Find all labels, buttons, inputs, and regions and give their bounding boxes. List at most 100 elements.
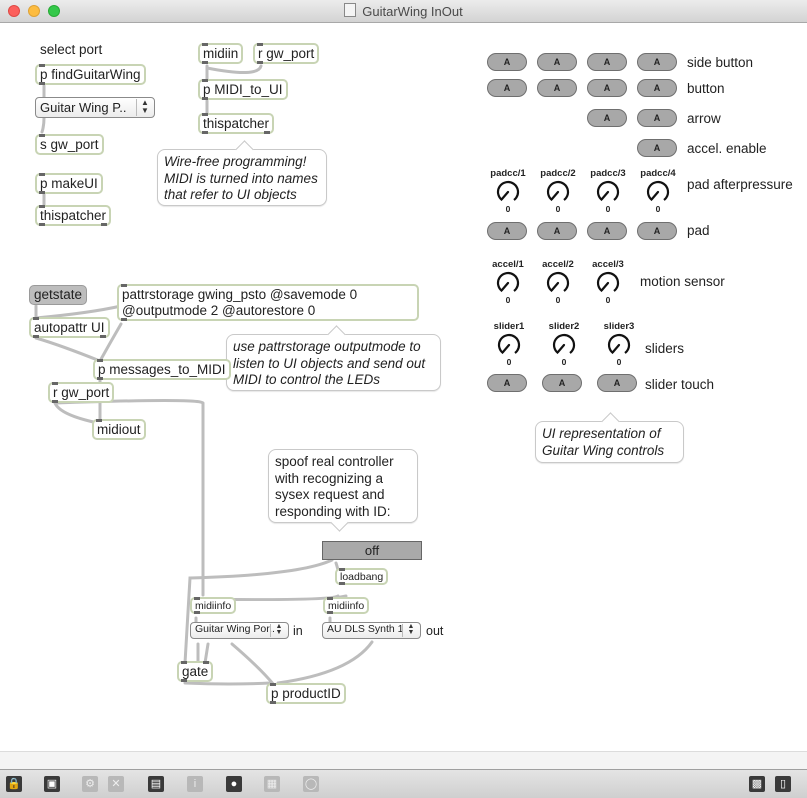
outlet[interactable] — [52, 400, 58, 403]
outlet[interactable] — [194, 611, 200, 614]
midiin-object[interactable]: midiin — [198, 43, 244, 64]
port-menu[interactable]: Guitar Wing P.. ▲ ▼ — [35, 97, 155, 118]
dial-knob[interactable] — [545, 270, 571, 296]
messages-to-midi-object[interactable]: p messages_to_MIDI — [93, 359, 231, 380]
outlet[interactable] — [121, 318, 127, 321]
inlet[interactable] — [181, 661, 187, 664]
dial-knob[interactable] — [495, 179, 521, 205]
inlet[interactable] — [33, 317, 39, 320]
find-guitarwing-object[interactable]: p findGuitarWing — [35, 64, 146, 85]
inlet[interactable] — [257, 43, 263, 46]
inlet[interactable] — [327, 597, 333, 600]
pad-button-3[interactable]: A — [587, 222, 627, 240]
outlet[interactable] — [264, 131, 271, 134]
dial-knob[interactable] — [496, 332, 522, 358]
arrow-button-1[interactable]: A — [587, 109, 627, 127]
inlet[interactable] — [202, 79, 208, 82]
outlet[interactable] — [327, 611, 333, 614]
getstate-message[interactable]: getstate — [29, 285, 88, 305]
dial-knob[interactable] — [606, 332, 632, 358]
inlet[interactable] — [39, 173, 45, 176]
inlet[interactable] — [52, 382, 58, 385]
pad-button-4[interactable]: A — [637, 222, 677, 240]
side-button-1[interactable]: A — [487, 53, 527, 71]
outlet[interactable] — [39, 223, 45, 226]
inspector-icon[interactable]: ▤ — [148, 776, 164, 792]
dial-knob[interactable] — [645, 179, 671, 205]
outlet[interactable] — [39, 82, 45, 85]
outlet[interactable] — [181, 679, 187, 682]
inlet[interactable] — [194, 597, 200, 600]
dial-knob[interactable] — [545, 179, 571, 205]
pad-button-1[interactable]: A — [487, 222, 527, 240]
slider-touch-button-1[interactable]: A — [487, 374, 527, 392]
patchcord-icon[interactable]: ● — [226, 776, 242, 792]
patcher-canvas[interactable]: select port p findGuitarWing Guitar Wing… — [0, 23, 807, 751]
info-icon[interactable]: i — [187, 776, 203, 792]
inlet[interactable] — [270, 683, 276, 686]
dial-knob[interactable] — [495, 270, 521, 296]
side-button-3[interactable]: A — [587, 53, 627, 71]
autopattr-ui-object[interactable]: autopattr UI — [29, 317, 110, 338]
inlet[interactable] — [39, 134, 45, 137]
midi-in-menu[interactable]: Guitar Wing Por.. ▲ ▼ — [190, 622, 289, 639]
thispatcher-object-1[interactable]: thispatcher — [35, 205, 112, 226]
outlet[interactable] — [99, 335, 106, 338]
r-gw-port-object-1[interactable]: r gw_port — [253, 43, 320, 64]
button-3[interactable]: A — [587, 79, 627, 97]
pad-button-2[interactable]: A — [537, 222, 577, 240]
outlet[interactable] — [202, 131, 208, 134]
make-ui-object[interactable]: p makeUI — [35, 173, 103, 194]
outlet[interactable] — [202, 97, 208, 100]
side-button-2[interactable]: A — [537, 53, 577, 71]
outlet[interactable] — [270, 701, 276, 704]
split-left-icon[interactable]: ▩ — [749, 776, 765, 792]
inlet[interactable] — [39, 205, 45, 208]
outlet[interactable] — [101, 223, 108, 226]
midiinfo-object-2[interactable]: midiinfo — [323, 597, 370, 614]
inlet[interactable] — [96, 419, 102, 422]
grid-icon[interactable]: ▦ — [264, 776, 280, 792]
inlet[interactable] — [202, 113, 208, 116]
clear-icon[interactable]: ✕ — [108, 776, 124, 792]
r-gw-port-object-2[interactable]: r gw_port — [48, 382, 115, 403]
slider-touch-button-3[interactable]: A — [597, 374, 637, 392]
presentation-icon[interactable]: ▣ — [44, 776, 60, 792]
thispatcher-object-2[interactable]: thispatcher — [198, 113, 275, 134]
inlet[interactable] — [203, 661, 210, 664]
slider-touch-button-2[interactable]: A — [542, 374, 582, 392]
split-right-icon[interactable]: ▯ — [775, 776, 791, 792]
gate-object[interactable]: gate — [177, 661, 214, 682]
outlet[interactable] — [97, 377, 103, 380]
outlet[interactable] — [257, 61, 263, 64]
side-button-4[interactable]: A — [637, 53, 677, 71]
accel-enable-button[interactable]: A — [637, 139, 677, 157]
horizontal-scrollbar[interactable] — [0, 751, 807, 769]
product-id-object[interactable]: p productID — [266, 683, 346, 704]
inlet[interactable] — [97, 359, 103, 362]
outlet[interactable] — [33, 335, 39, 338]
inlet[interactable] — [339, 568, 345, 571]
dial-knob[interactable] — [595, 179, 621, 205]
outlet[interactable] — [202, 61, 208, 64]
pattrstorage-object[interactable]: pattrstorage gwing_psto @savemode 0 @out… — [117, 284, 419, 321]
inlet[interactable] — [39, 64, 45, 67]
outlet[interactable] — [39, 191, 45, 194]
button-4[interactable]: A — [637, 79, 677, 97]
midiinfo-object-1[interactable]: midiinfo — [190, 597, 237, 614]
lock-icon[interactable]: 🔒 — [6, 776, 22, 792]
midi-out-menu[interactable]: AU DLS Synth 1 ▲ ▼ — [322, 622, 421, 639]
arrow-button-2[interactable]: A — [637, 109, 677, 127]
inlet[interactable] — [121, 284, 127, 287]
outlet[interactable] — [339, 582, 345, 585]
loadbang-object[interactable]: loadbang — [335, 568, 389, 585]
midiout-object[interactable]: midiout — [92, 419, 146, 440]
clue-icon[interactable]: ◯ — [303, 776, 319, 792]
spoof-toggle[interactable]: off — [322, 541, 422, 560]
button-1[interactable]: A — [487, 79, 527, 97]
s-gw-port-object[interactable]: s gw_port — [35, 134, 104, 155]
inlet[interactable] — [202, 43, 208, 46]
dial-knob[interactable] — [595, 270, 621, 296]
button-2[interactable]: A — [537, 79, 577, 97]
dial-knob[interactable] — [551, 332, 577, 358]
